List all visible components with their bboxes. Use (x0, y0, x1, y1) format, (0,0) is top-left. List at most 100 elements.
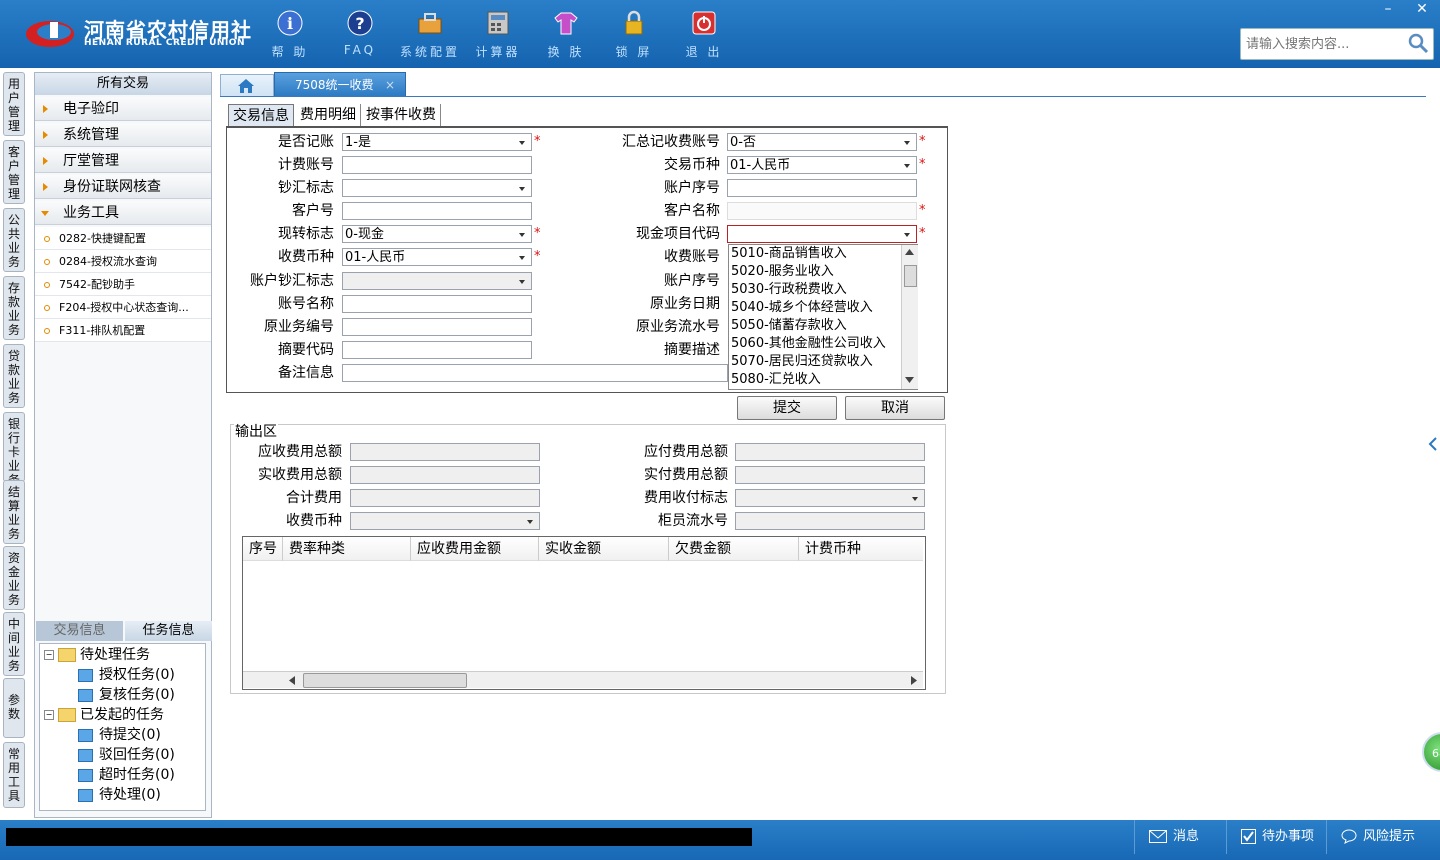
vtab-common-tools[interactable]: 常用工具 (3, 742, 25, 808)
sub-item-shortcut-config[interactable]: 0282-快捷键配置 (35, 227, 211, 250)
tree-node-to-submit[interactable]: 待提交(0) (78, 726, 161, 744)
tab-transaction-info[interactable]: 交易信息 (36, 621, 123, 641)
tree-node-to-process[interactable]: 待处理(0) (78, 786, 161, 804)
sub-item-auth-flow-query[interactable]: 0284-授权流水查询 (35, 250, 211, 273)
cash-remit-select[interactable] (342, 179, 532, 197)
customer-name-input[interactable] (727, 202, 917, 220)
table-horizontal-scrollbar[interactable] (243, 671, 923, 688)
scroll-thumb[interactable] (303, 673, 467, 688)
vtab-deposit-business[interactable]: 存款业务 (3, 276, 25, 340)
cash-item-code-select[interactable] (727, 225, 917, 243)
search-input[interactable] (1244, 30, 1408, 58)
menu-item-id-verification[interactable]: 身份证联网核查 (35, 175, 211, 199)
vtab-settlement-business[interactable]: 结算业务 (3, 480, 25, 544)
menu-item-e-seal[interactable]: 电子验印 (35, 97, 211, 121)
sub-item-queue-config[interactable]: F311-排队机配置 (35, 319, 211, 342)
dropdown-scrollbar[interactable] (901, 245, 918, 389)
fee-account-input[interactable] (342, 156, 532, 174)
faq-button[interactable]: ? FAQ (330, 8, 390, 62)
exit-button[interactable]: 退 出 (674, 8, 734, 62)
subtab-event-charge[interactable]: 按事件收费 (362, 104, 441, 126)
fee-flag-select[interactable] (735, 489, 925, 507)
col-header-rate-type[interactable]: 费率种类 (283, 537, 411, 561)
menu-item-hall-management[interactable]: 厅堂管理 (35, 149, 211, 173)
dropdown-option[interactable]: 5010-商品销售收入 (731, 245, 847, 263)
subtab-transaction-info[interactable]: 交易信息 (228, 104, 294, 128)
orig-business-no-input[interactable] (342, 318, 532, 336)
col-header-arrears[interactable]: 欠费金额 (669, 537, 799, 561)
tree-node-review-tasks[interactable]: 复核任务(0) (78, 686, 175, 704)
scroll-down-icon[interactable] (905, 377, 914, 383)
collapse-icon[interactable]: − (44, 650, 54, 660)
menu-item-business-tools[interactable]: 业务工具 (35, 201, 211, 225)
message-button[interactable]: 消息 (1134, 820, 1241, 854)
dropdown-option[interactable]: 5030-行政税费收入 (731, 281, 847, 299)
col-header-received[interactable]: 实收金额 (539, 537, 669, 561)
account-seq-input[interactable] (727, 179, 917, 197)
close-window-button[interactable]: ✕ (1406, 0, 1438, 18)
cash-transfer-select[interactable]: 0-现金 (342, 225, 532, 243)
col-header-fee-currency[interactable]: 计费币种 (799, 537, 923, 561)
vtab-public-business[interactable]: 公共业务 (3, 208, 25, 272)
tab-unified-charge[interactable]: 7508统一收费 × (274, 72, 406, 97)
vtab-parameters[interactable]: 参数 (3, 678, 25, 738)
tab-close-icon[interactable]: × (385, 73, 395, 97)
scroll-thumb[interactable] (904, 265, 917, 287)
col-header-seq[interactable]: 序号 (243, 537, 283, 561)
col-header-receivable[interactable]: 应收费用金额 (411, 537, 539, 561)
vtab-customer-management[interactable]: 客户管理 (3, 140, 25, 204)
dropdown-option[interactable]: 5050-储蓄存款收入 (731, 317, 847, 335)
tree-node-timeout[interactable]: 超时任务(0) (78, 766, 175, 784)
lock-screen-button[interactable]: 锁 屏 (604, 8, 664, 62)
calculator-button[interactable]: 计算器 (468, 8, 528, 62)
menu-item-system-management[interactable]: 系统管理 (35, 123, 211, 147)
collapse-icon[interactable]: − (44, 710, 54, 720)
vtab-intermediary-business[interactable]: 中间业务 (3, 612, 25, 676)
dropdown-option[interactable]: 5080-汇兑收入 (731, 371, 821, 389)
summary-account-select[interactable]: 0-否 (727, 133, 917, 151)
out-charge-currency-select[interactable] (350, 512, 540, 530)
summary-code-input[interactable] (342, 341, 532, 359)
remark-input[interactable] (342, 364, 728, 382)
scroll-up-icon[interactable] (905, 249, 914, 255)
help-button[interactable]: i 帮 助 (260, 8, 320, 62)
risk-alert-button[interactable]: 风险提示 (1326, 820, 1440, 854)
todo-button[interactable]: 待办事项 (1226, 820, 1337, 854)
label-account-name: 账号名称 (278, 296, 334, 312)
change-skin-button[interactable]: 换 肤 (536, 8, 596, 62)
home-tab[interactable] (220, 74, 274, 97)
subtab-fee-details[interactable]: 费用明细 (296, 104, 361, 126)
vtab-loan-business[interactable]: 贷款业务 (3, 344, 25, 408)
system-config-button[interactable]: 系统配置 (400, 8, 460, 62)
vtab-bank-card-business[interactable]: 银行卡业务 (3, 412, 25, 487)
help-icon: ? (347, 10, 373, 36)
tree-node-started[interactable]: − 已发起的任务 (44, 706, 164, 724)
vtab-fund-business[interactable]: 资金业务 (3, 546, 25, 610)
minimize-button[interactable]: – (1372, 0, 1404, 18)
charge-currency-select[interactable]: 01-人民币 (342, 248, 532, 266)
dropdown-option[interactable]: 5060-其他金融性公司收入 (731, 335, 886, 353)
collapse-right-icon[interactable] (1428, 436, 1438, 452)
label-trade-currency: 交易币种 (664, 157, 720, 173)
sub-item-cash-assistant[interactable]: 7542-配钞助手 (35, 273, 211, 296)
is-book-select[interactable]: 1-是 (342, 133, 532, 151)
account-name-input[interactable] (342, 295, 532, 313)
tree-node-auth-tasks[interactable]: 授权任务(0) (78, 666, 175, 684)
trade-currency-select[interactable]: 01-人民币 (727, 156, 917, 174)
vtab-user-management[interactable]: 用户管理 (3, 72, 25, 136)
dropdown-option[interactable]: 5040-城乡个体经营收入 (731, 299, 873, 317)
dropdown-option[interactable]: 5020-服务业收入 (731, 263, 834, 281)
tab-task-info[interactable]: 任务信息 (125, 621, 212, 641)
dropdown-option[interactable]: 5070-居民归还贷款收入 (731, 353, 873, 371)
scroll-right-icon[interactable] (911, 676, 917, 685)
floating-assistant-badge[interactable]: 68 (1422, 732, 1440, 772)
cancel-button[interactable]: 取消 (845, 396, 945, 420)
tree-node-pending[interactable]: − 待处理任务 (44, 646, 150, 664)
scroll-left-icon[interactable] (289, 676, 295, 685)
search-icon[interactable] (1407, 32, 1429, 54)
sub-item-auth-center-status[interactable]: F204-授权中心状态查询... (35, 296, 211, 319)
account-cash-remit-select[interactable] (342, 272, 532, 290)
submit-button[interactable]: 提交 (737, 396, 837, 420)
customer-no-input[interactable] (342, 202, 532, 220)
tree-node-rejected[interactable]: 驳回任务(0) (78, 746, 175, 764)
